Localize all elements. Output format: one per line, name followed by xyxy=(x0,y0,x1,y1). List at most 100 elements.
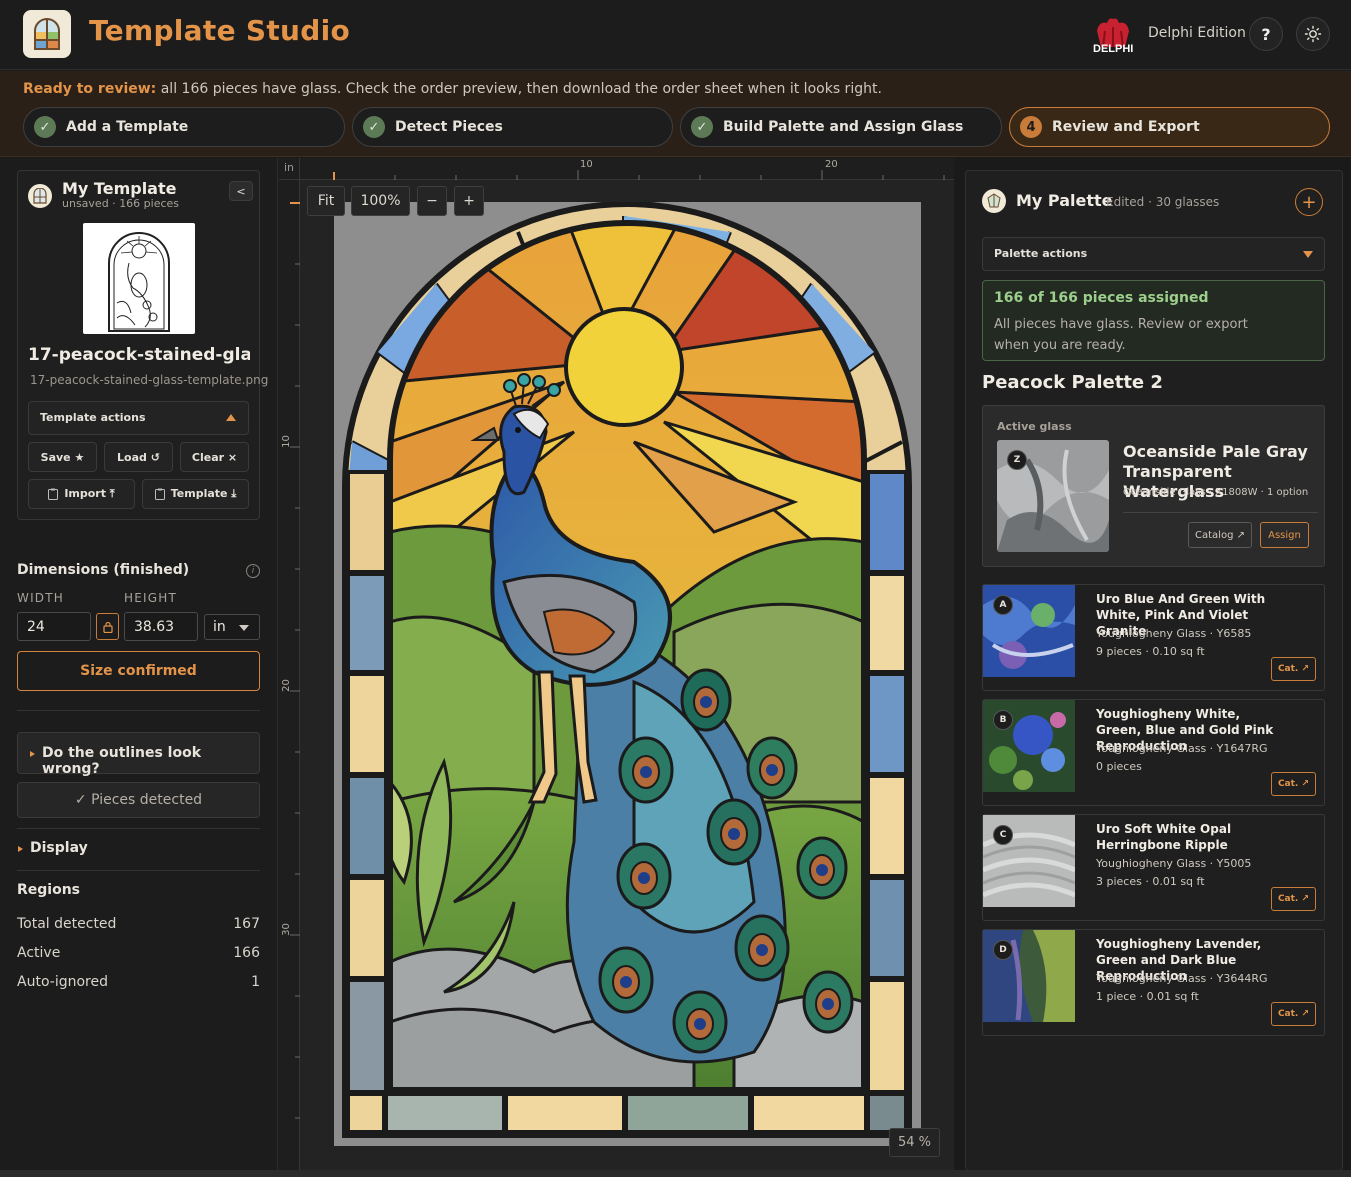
palette-actions-dropdown[interactable]: Palette actions xyxy=(982,237,1325,271)
glass-usage: 3 pieces · 0.01 sq ft xyxy=(1096,875,1205,888)
regions-title: Regions xyxy=(17,882,81,898)
divider xyxy=(17,870,260,871)
window-logo-icon[interactable] xyxy=(23,10,71,58)
clipboard-icon xyxy=(48,488,59,500)
chevron-down-icon xyxy=(239,625,249,631)
check-icon: ✓ xyxy=(691,116,713,138)
outlines-wrong-toggle[interactable]: Do the outlines look wrong? xyxy=(17,732,260,777)
step-label: Review and Export xyxy=(1052,119,1200,135)
glass-usage: 1 piece · 0.01 sq ft xyxy=(1096,990,1199,1003)
zoom-out-button[interactable]: − xyxy=(417,186,447,216)
glass-code-badge: D xyxy=(993,940,1013,960)
ruler-label: 30 xyxy=(280,923,292,936)
window-bottom-edge xyxy=(0,1170,1351,1177)
width-label: WIDTH xyxy=(17,591,64,605)
divider xyxy=(17,710,260,711)
step-detect-pieces[interactable]: ✓ Detect Pieces xyxy=(352,107,673,147)
help-button[interactable]: ? xyxy=(1249,17,1283,51)
active-glass-meta: Oceanside Glass · X1808W · 1 option xyxy=(1123,487,1309,498)
glass-code-badge: B xyxy=(993,710,1013,730)
template-thumbnail[interactable] xyxy=(83,223,195,334)
step-review-export[interactable]: 4 Review and Export xyxy=(1009,107,1330,147)
display-toggle[interactable]: Display xyxy=(30,840,88,856)
view-zoom-percent: 54 % xyxy=(889,1128,940,1157)
app-title: Template Studio xyxy=(89,14,351,47)
size-confirmed-button[interactable]: Size confirmed xyxy=(17,651,260,691)
template-title: My Template xyxy=(62,179,177,198)
catalog-link-button[interactable]: Cat. ↗ xyxy=(1271,1002,1316,1026)
ruler-label: 10 xyxy=(280,435,292,448)
caret-right-icon xyxy=(30,751,35,757)
app-header: Template Studio DELPHI Delphi Edition ? xyxy=(0,0,1351,70)
template-icon xyxy=(28,184,52,208)
glass-usage: 0 pieces xyxy=(1096,760,1142,773)
step-build-palette[interactable]: ✓ Build Palette and Assign Glass xyxy=(680,107,1002,147)
add-glass-button[interactable]: + xyxy=(1295,188,1323,216)
palette-status: Edited · 30 glasses xyxy=(1106,195,1220,209)
catalog-link-button[interactable]: Cat. ↗ xyxy=(1271,657,1316,681)
dimensions-title: Dimensions (finished) xyxy=(17,562,190,578)
theme-toggle-button[interactable] xyxy=(1296,17,1330,51)
help-label: ? xyxy=(1261,24,1271,44)
caret-right-icon xyxy=(18,846,23,852)
assign-button[interactable]: Assign xyxy=(1260,522,1309,548)
ready-status: Ready to review: all 166 pieces have gla… xyxy=(23,81,882,97)
ruler-label: 10 xyxy=(580,159,593,170)
step-label: Add a Template xyxy=(66,119,189,135)
brand-wordmark: DELPHI xyxy=(1093,43,1134,55)
chevron-down-icon xyxy=(1303,251,1313,258)
ruler-unit: in xyxy=(279,158,300,180)
divider xyxy=(1123,512,1318,513)
glass-code-badge: C xyxy=(993,825,1013,845)
import-label: Import ⤒ xyxy=(64,487,115,500)
lock-aspect-button[interactable] xyxy=(96,613,119,640)
catalog-button[interactable]: Catalog ↗ xyxy=(1188,522,1252,548)
height-input[interactable]: 38.63 xyxy=(124,612,198,641)
step-add-template[interactable]: ✓ Add a Template xyxy=(23,107,345,147)
active-glass-label: Active glass xyxy=(997,420,1072,433)
clear-button[interactable]: Clear × xyxy=(180,442,249,472)
unit-select[interactable]: in xyxy=(204,614,260,640)
load-button[interactable]: Load ↺ xyxy=(104,442,173,472)
collapse-panel-button[interactable]: < xyxy=(229,181,253,201)
fit-button[interactable]: Fit xyxy=(307,186,345,216)
assigned-count: 166 of 166 pieces assigned xyxy=(994,290,1209,306)
glass-maker: Youghiogheny Glass · Y6585 xyxy=(1096,627,1252,640)
download-template-button[interactable]: Template ⤓ xyxy=(142,479,249,509)
divider xyxy=(17,828,260,829)
template-actions-dropdown[interactable]: Template actions xyxy=(28,401,249,435)
catalog-link-button[interactable]: Cat. ↗ xyxy=(1271,887,1316,911)
region-row-active: Active 166 xyxy=(17,945,260,961)
catalog-link-button[interactable]: Cat. ↗ xyxy=(1271,772,1316,796)
template-download-label: Template ⤓ xyxy=(170,487,237,500)
check-icon: ✓ xyxy=(34,116,56,138)
glass-usage: 9 pieces · 0.10 sq ft xyxy=(1096,645,1205,658)
glass-code-badge: A xyxy=(993,595,1013,615)
stained-glass-preview[interactable] xyxy=(334,201,921,1146)
save-button[interactable]: Save ★ xyxy=(28,442,97,472)
palette-actions-label: Palette actions xyxy=(994,247,1088,260)
ruler-top: 10 20 xyxy=(300,158,954,180)
pieces-detected-button[interactable]: ✓ Pieces detected xyxy=(17,782,260,818)
check-icon: ✓ xyxy=(363,116,385,138)
step-label: Detect Pieces xyxy=(395,119,503,135)
unit-value: in xyxy=(213,619,226,635)
peacock-artwork xyxy=(342,201,912,1138)
ruler-label: 20 xyxy=(280,679,292,692)
ruler-label: 20 xyxy=(825,159,838,170)
step-number-badge: 4 xyxy=(1020,116,1042,138)
lock-icon xyxy=(102,621,113,633)
zoom-level-button[interactable]: 100% xyxy=(351,186,410,216)
zoom-in-button[interactable]: + xyxy=(454,186,484,216)
region-row-total: Total detected 167 xyxy=(17,916,260,932)
region-row-ignored: Auto-ignored 1 xyxy=(17,974,260,990)
height-label: HEIGHT xyxy=(124,591,177,605)
info-icon[interactable]: i xyxy=(246,564,260,578)
assignment-status: 166 of 166 pieces assigned All pieces ha… xyxy=(982,280,1325,361)
width-input[interactable]: 24 xyxy=(17,612,91,641)
glass-maker: Youghiogheny Glass · Y5005 xyxy=(1096,857,1252,870)
palette-name: Peacock Palette 2 xyxy=(982,372,1163,393)
template-subtitle: unsaved · 166 pieces xyxy=(62,197,180,210)
outlines-question: Do the outlines look wrong? xyxy=(42,745,202,777)
import-button[interactable]: Import ⤒ xyxy=(28,479,135,509)
